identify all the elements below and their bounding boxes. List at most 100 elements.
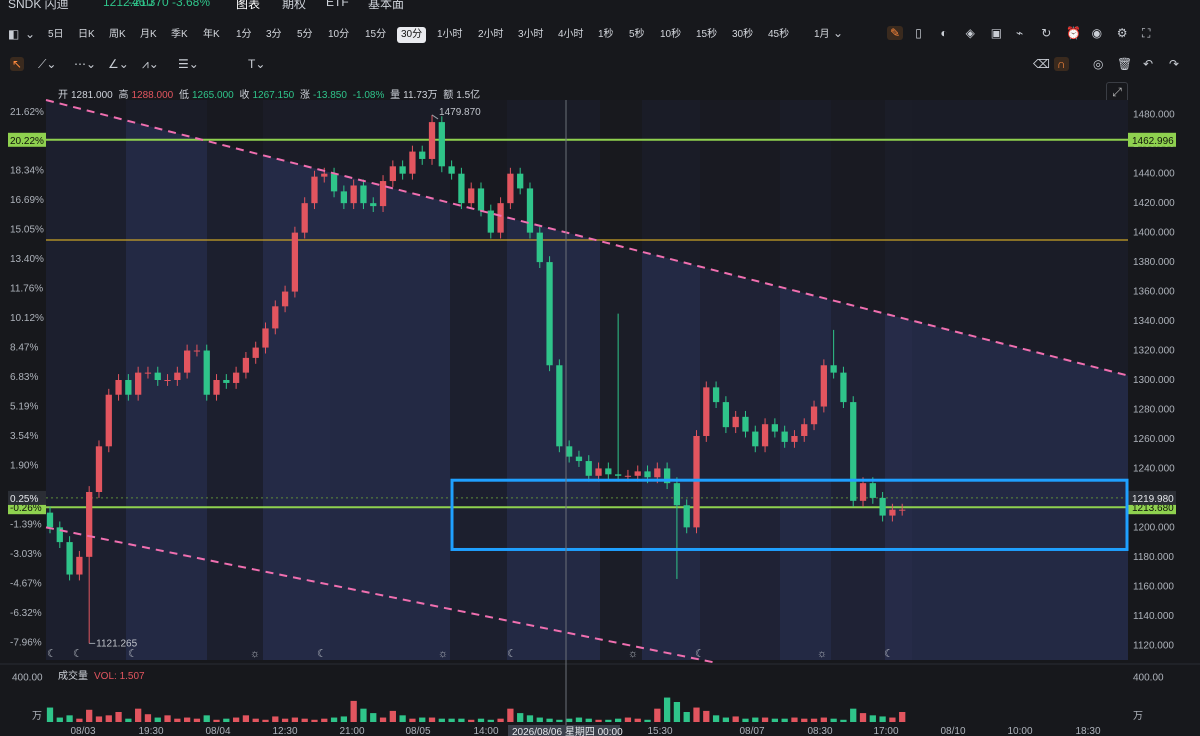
text-tool-icon[interactable]: T⌄ — [246, 57, 267, 71]
crosshair-tag — [508, 725, 620, 736]
undo-icon[interactable]: ↶ — [1140, 57, 1156, 71]
redo-icon[interactable]: ↷ — [1166, 57, 1182, 71]
pct-tick-label: 16.69% — [10, 195, 44, 206]
period-1秒[interactable]: 1秒 — [598, 27, 614, 43]
eraser-icon[interactable]: ⌫ — [1030, 57, 1053, 71]
period-日K[interactable]: 日K — [78, 27, 95, 43]
period-10分[interactable]: 10分 — [328, 27, 349, 43]
period-周K[interactable]: 周K — [109, 27, 126, 43]
period-1小时[interactable]: 1小时 — [437, 27, 463, 43]
candle-icon[interactable]: ▯ — [912, 26, 925, 40]
range-select[interactable]: 1月 — [814, 27, 830, 43]
y-tick-label: 1480.000 — [1133, 110, 1175, 121]
period-45秒[interactable]: 45秒 — [768, 27, 789, 43]
period-3小时[interactable]: 3小时 — [518, 27, 544, 43]
session-band — [450, 100, 507, 660]
period-15秒[interactable]: 15秒 — [696, 27, 717, 43]
x-tick-label: 17:00 — [873, 726, 898, 736]
line-tool-icon[interactable]: ⟋⌄ — [36, 57, 58, 72]
volume-bar — [448, 718, 455, 722]
volume-bar — [801, 718, 808, 722]
candle-body — [752, 431, 759, 447]
period-年K[interactable]: 年K — [203, 27, 220, 43]
volume-bar — [330, 717, 338, 722]
expand-icon[interactable]: ⤢ — [1106, 82, 1128, 104]
volume-bar — [86, 709, 93, 722]
indicator-icon[interactable]: ▣ — [988, 26, 1005, 40]
measure-tool-icon[interactable]: ☰⌄ — [176, 57, 201, 71]
title-bar: SNDK 闪迪 1212.210 -46.370 -3.68% 图表 期权 ET… — [0, 0, 1200, 12]
camera-icon[interactable]: ◉ — [1089, 26, 1105, 40]
candle-body — [291, 232, 299, 292]
period-5秒[interactable]: 5秒 — [629, 27, 645, 43]
period-10秒[interactable]: 10秒 — [660, 27, 681, 43]
candle-body — [46, 512, 54, 528]
candle-body — [301, 203, 308, 233]
y-tick-label: 1400.000 — [1133, 228, 1175, 239]
volume-bar — [458, 718, 465, 722]
pct-level-tag — [8, 500, 46, 515]
session-band — [600, 100, 642, 660]
annotation-label: 1479.870 — [439, 107, 481, 118]
symbol-change: -46.370 — [128, 0, 169, 9]
replay-icon[interactable]: ↻ — [1038, 26, 1054, 40]
session-band — [885, 100, 912, 660]
volume-bar — [213, 719, 220, 722]
volume-bar — [95, 716, 103, 722]
brush-icon[interactable]: ∠⌄ — [106, 57, 131, 71]
candle-body — [487, 210, 494, 233]
candle-body — [693, 436, 700, 528]
cursor-icon[interactable]: ↖ — [10, 57, 25, 71]
period-5分[interactable]: 5分 — [297, 27, 313, 43]
period-1分[interactable]: 1分 — [236, 27, 252, 43]
alert-icon[interactable]: ⏰ — [1063, 26, 1084, 40]
period-15分[interactable]: 15分 — [365, 27, 386, 43]
tab-options[interactable]: 期权 — [282, 0, 306, 12]
eye-icon[interactable]: ◎ — [1090, 57, 1106, 71]
chg-pct-value: -1.08% — [352, 90, 385, 101]
period-3分[interactable]: 3分 — [266, 27, 282, 43]
range-chevron-icon[interactable]: ⌄ — [833, 26, 843, 40]
session-band — [780, 100, 831, 660]
sidebar-toggle-icon[interactable]: ◧ — [8, 27, 19, 41]
period-季K[interactable]: 季K — [171, 27, 188, 43]
fullscreen-icon[interactable]: ⛶ — [1139, 26, 1153, 41]
chart-icon[interactable]: ⌁ — [1013, 26, 1026, 40]
period-月K[interactable]: 月K — [140, 27, 157, 43]
price-chart[interactable]: 1120.000 1140.000 1160.000 1180.000 1200.000… — [0, 0, 1200, 736]
moon-icon: ☾ — [128, 648, 138, 660]
chg-value: -13.850 — [313, 90, 347, 101]
settings-icon[interactable]: ⚙ — [1114, 26, 1131, 40]
x-tick-label: 10:00 — [1007, 726, 1032, 736]
layers-icon[interactable]: ◈ — [963, 26, 978, 40]
trash-icon[interactable]: 🗑 — [1114, 57, 1135, 71]
period-4小时[interactable]: 4小时 — [558, 27, 584, 43]
volume-title: 成交量 — [58, 669, 88, 682]
period-5日[interactable]: 5日 — [48, 27, 64, 43]
volume-bar — [203, 715, 210, 722]
magnet-icon[interactable]: ∩ — [1054, 57, 1069, 71]
fib-tool-icon[interactable]: ⋯⌄ — [72, 57, 98, 71]
volume-bar — [771, 718, 778, 722]
candle-body — [66, 542, 73, 575]
volume-bar — [135, 708, 142, 722]
tab-etf[interactable]: ETF — [326, 0, 349, 9]
period-30分[interactable]: 30分 — [397, 27, 427, 43]
sun-icon: ☼ — [628, 648, 638, 660]
y-tick-label: 1340.000 — [1133, 316, 1175, 327]
pen-icon[interactable]: ✎ — [887, 26, 904, 40]
period-30秒[interactable]: 30秒 — [732, 27, 753, 43]
candle-body — [477, 188, 485, 211]
x-tick-label: 15:30 — [647, 726, 672, 736]
candle-body — [252, 347, 259, 358]
chevron-down-icon[interactable]: ⌄ — [25, 27, 35, 41]
compare-icon[interactable]: ◐ — [937, 26, 950, 40]
period-2小时[interactable]: 2小时 — [478, 27, 504, 43]
y-tick-label: 1460.000 — [1133, 139, 1175, 150]
tab-chart[interactable]: 图表 — [236, 0, 260, 12]
tab-fundamentals[interactable]: 基本面 — [368, 0, 404, 12]
volume-bar — [340, 716, 347, 722]
candle-body — [810, 406, 818, 425]
pattern-tool-icon[interactable]: ⩘⌄ — [140, 57, 161, 72]
candle-body — [556, 365, 563, 447]
